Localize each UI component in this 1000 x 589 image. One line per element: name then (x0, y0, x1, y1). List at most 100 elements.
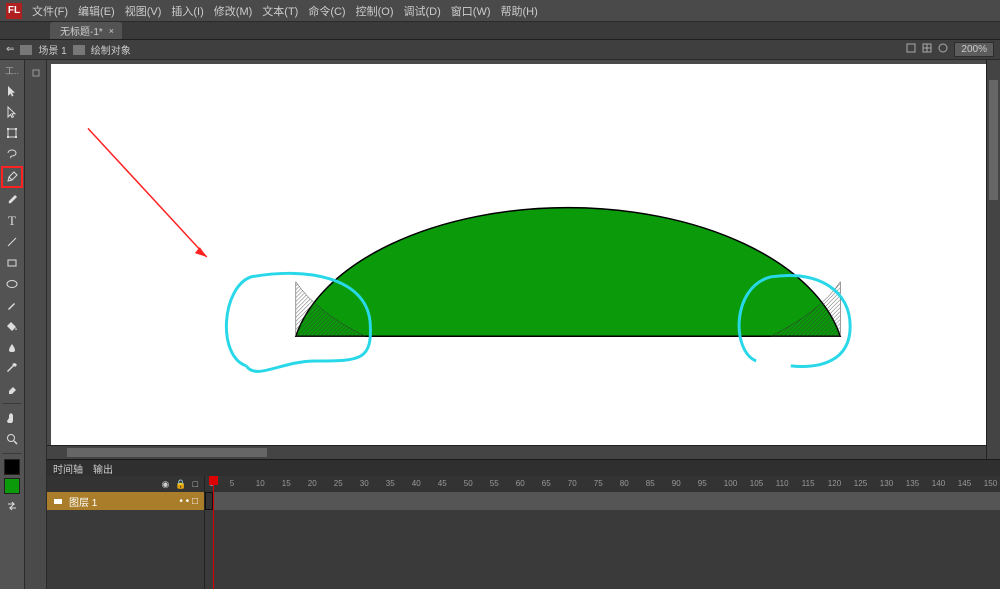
edit-object-label[interactable]: 绘制对象 (91, 42, 131, 57)
ruler-mark: 145 (958, 479, 971, 488)
ruler-mark: 115 (802, 479, 815, 488)
eye-icon[interactable]: ◉ (161, 479, 169, 490)
stroke-swatch[interactable] (4, 459, 20, 475)
scene-bar: ⇐ 场景 1 绘制对象 200% (0, 40, 1000, 60)
ruler-mark: 95 (698, 479, 707, 488)
keyframe-1[interactable] (205, 492, 213, 510)
ruler-mark: 140 (932, 479, 945, 488)
grid-icon[interactable] (922, 43, 932, 56)
rectangle-tool[interactable] (3, 254, 21, 272)
menu-debug[interactable]: 调试(D) (404, 3, 441, 19)
tool-options-panel (25, 60, 47, 589)
selection-tool[interactable] (3, 82, 21, 100)
ruler-mark: 80 (620, 479, 629, 488)
menu-modify[interactable]: 修改(M) (214, 3, 253, 19)
layer-row[interactable]: 图层 1 • • □ (47, 492, 204, 510)
annotation-arrow-line (88, 128, 207, 257)
ruler-mark: 130 (880, 479, 893, 488)
eraser-tool[interactable] (3, 380, 21, 398)
lock-icon[interactable]: 🔒 (175, 479, 186, 490)
drawing-shape[interactable] (296, 208, 840, 337)
free-transform-tool[interactable] (3, 124, 21, 142)
app-logo: FL (6, 3, 22, 19)
frame-strip[interactable] (205, 492, 1000, 510)
tools-panel: 工.. T (0, 60, 25, 589)
outline-icon[interactable]: □ (193, 479, 198, 489)
menu-window[interactable]: 窗口(W) (451, 3, 491, 19)
ruler-mark: 55 (490, 479, 499, 488)
ruler-mark: 15 (282, 479, 291, 488)
scrollbar-vertical[interactable] (986, 60, 1000, 459)
ruler-mark: 5 (230, 479, 234, 488)
document-tab[interactable]: 无标题-1* × (50, 22, 122, 39)
ruler-mark: 25 (334, 479, 343, 488)
eyedropper-tool[interactable] (3, 359, 21, 377)
ruler-mark: 150 (984, 479, 997, 488)
oval-tool[interactable] (3, 275, 21, 293)
text-tool[interactable]: T (3, 212, 21, 230)
scrollbar-horizontal[interactable] (47, 445, 986, 459)
tab-timeline[interactable]: 时间轴 (53, 461, 83, 476)
menubar: FL 文件(F) 编辑(E) 视图(V) 插入(I) 修改(M) 文本(T) 命… (0, 0, 1000, 22)
clip-icon[interactable] (938, 43, 948, 56)
brush-tool[interactable] (3, 191, 21, 209)
menu-edit[interactable]: 编辑(E) (78, 3, 115, 19)
ruler-mark: 40 (412, 479, 421, 488)
tab-output[interactable]: 输出 (93, 461, 113, 476)
layer-icon (53, 496, 63, 506)
timeline-ruler[interactable]: 1510152025303540455055606570758085909510… (205, 476, 1000, 492)
ruler-mark: 65 (542, 479, 551, 488)
ruler-mark: 35 (386, 479, 395, 488)
menu-command[interactable]: 命令(C) (308, 3, 345, 19)
ruler-mark: 110 (776, 479, 789, 488)
scene-label[interactable]: 场景 1 (38, 42, 66, 57)
ruler-mark: 20 (308, 479, 317, 488)
scrollbar-thumb-v[interactable] (989, 80, 998, 200)
back-icon[interactable]: ⇐ (6, 44, 14, 55)
ink-tool[interactable] (3, 338, 21, 356)
fill-swatch[interactable] (4, 478, 20, 494)
zoom-tool[interactable] (3, 430, 21, 448)
subselect-tool[interactable] (3, 103, 21, 121)
stage[interactable] (51, 64, 996, 455)
tool-divider (2, 403, 21, 404)
zoom-level[interactable]: 200% (954, 42, 994, 57)
timeline-panel: 时间轴 输出 ◉ 🔒 □ 图层 1 • • □ (47, 459, 1000, 589)
line-tool[interactable] (3, 233, 21, 251)
ruler-mark: 85 (646, 479, 655, 488)
ruler-mark: 125 (854, 479, 867, 488)
timeline-tabs: 时间轴 输出 (47, 460, 1000, 476)
ruler-mark: 60 (516, 479, 525, 488)
ruler-mark: 70 (568, 479, 577, 488)
swap-colors-icon[interactable] (3, 497, 21, 515)
scrollbar-thumb-h[interactable] (67, 448, 267, 457)
menu-insert[interactable]: 插入(I) (171, 3, 203, 19)
paint-bucket-tool[interactable] (3, 317, 21, 335)
option-snap-icon[interactable] (27, 64, 45, 82)
scene-icon[interactable] (20, 45, 32, 55)
hand-tool[interactable] (3, 409, 21, 427)
workspace-icon[interactable] (906, 43, 916, 56)
close-tab-icon[interactable]: × (109, 26, 114, 36)
pen-tool[interactable] (1, 166, 23, 188)
playhead[interactable] (213, 476, 214, 589)
menu-help[interactable]: 帮助(H) (501, 3, 538, 19)
menu-control[interactable]: 控制(O) (356, 3, 394, 19)
layer-name[interactable]: 图层 1 (69, 494, 97, 509)
stage-area (47, 60, 1000, 459)
pencil-tool[interactable] (3, 296, 21, 314)
ruler-mark: 75 (594, 479, 603, 488)
ruler-mark: 105 (750, 479, 763, 488)
menu-view[interactable]: 视图(V) (125, 3, 162, 19)
menu-text[interactable]: 文本(T) (262, 3, 298, 19)
menu-file[interactable]: 文件(F) (32, 3, 68, 19)
ruler-mark: 100 (724, 479, 737, 488)
lasso-tool[interactable] (3, 145, 21, 163)
tabbar: 无标题-1* × (0, 22, 1000, 40)
document-tab-label: 无标题-1* (60, 23, 103, 38)
frames-panel[interactable]: 1510152025303540455055606570758085909510… (205, 476, 1000, 589)
annotation-arrow-head (195, 247, 207, 257)
playhead-head-icon[interactable] (209, 476, 218, 485)
ruler-mark: 90 (672, 479, 681, 488)
edit-object-icon[interactable] (73, 45, 85, 55)
